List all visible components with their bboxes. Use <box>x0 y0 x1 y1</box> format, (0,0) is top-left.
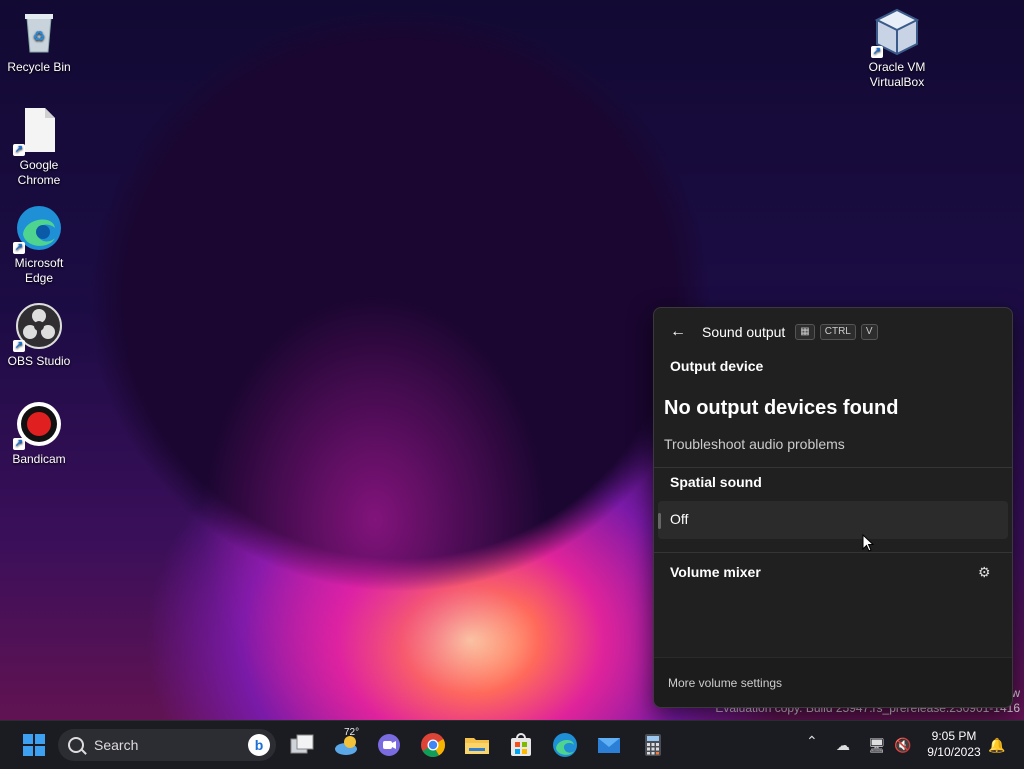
bandicam-icon: ↗ <box>13 400 63 450</box>
clock-date: 9/10/2023 <box>927 745 981 759</box>
file-icon: ↗ <box>13 106 63 156</box>
panel-footer: More volume settings <box>654 657 1012 707</box>
output-device-heading: Output device <box>670 358 764 374</box>
edge-icon: ↗ <box>13 204 63 254</box>
svg-text:♻: ♻ <box>33 28 46 44</box>
desktop-icon-google-chrome[interactable]: ↗ Google Chrome <box>0 106 78 188</box>
shortcut-arrow-icon: ↗ <box>871 46 883 58</box>
task-view-button[interactable] <box>288 731 316 759</box>
windows-key-icon: ▦ <box>795 324 815 340</box>
onedrive-offline-icon[interactable]: ☁ <box>836 737 850 754</box>
shortcut-key: V <box>860 324 878 340</box>
network-status-icon[interactable]: 🖥 <box>868 737 886 754</box>
recycle-bin-icon: ♻ <box>15 8 63 56</box>
more-volume-settings-link[interactable]: More volume settings <box>668 676 782 690</box>
volume-muted-icon[interactable]: 🔇 <box>894 737 911 754</box>
desktop-icon-label: OBS Studio <box>7 354 71 368</box>
search-icon <box>68 737 84 753</box>
desktop-icon-label: Microsoft Edge <box>14 256 64 285</box>
show-hidden-icons-chevron-icon[interactable]: ⌃ <box>806 733 818 750</box>
divider <box>654 552 1012 553</box>
task-view-icon <box>290 734 314 754</box>
mail-button[interactable] <box>595 731 623 759</box>
no-devices-message: No output devices found <box>664 397 899 419</box>
edge-icon <box>553 733 577 757</box>
desktop-icon-label: Recycle Bin <box>7 60 71 74</box>
chrome-icon <box>421 733 445 758</box>
windows-logo-icon <box>23 734 45 756</box>
bing-icon[interactable]: b <box>248 734 270 756</box>
virtualbox-icon: ↗ <box>871 8 921 58</box>
mail-icon <box>598 738 620 753</box>
spatial-sound-heading: Spatial sound <box>670 474 762 490</box>
desktop-icon-label: Oracle VM VirtualBox <box>868 60 926 89</box>
selection-indicator <box>658 513 661 529</box>
start-button[interactable] <box>20 731 48 759</box>
desktop-icon-label: Google Chrome <box>17 158 61 187</box>
notification-bell-icon[interactable]: 🔔 <box>988 737 1005 754</box>
spatial-sound-option-off[interactable]: Off <box>658 501 1008 539</box>
taskbar-search-box[interactable]: Search b <box>58 729 276 761</box>
search-placeholder: Search <box>94 737 139 753</box>
desktop-icon-obs-studio[interactable]: ↗ OBS Studio <box>0 302 78 369</box>
taskbar: Search b 72° ⌃ ☁ 🖥 🔇 9:05 PM 9/10/2023 🔔 <box>0 720 1024 769</box>
teams-chat-button[interactable] <box>375 731 403 759</box>
file-explorer-button[interactable] <box>463 731 491 759</box>
shortcut-arrow-icon: ↗ <box>13 438 25 450</box>
sound-output-panel: ← Sound output ▦ CTRL V Output device No… <box>653 307 1013 708</box>
weather-temperature: 72° <box>344 727 360 738</box>
widgets-button[interactable]: 72° <box>332 727 366 759</box>
desktop-icon-bandicam[interactable]: ↗ Bandicam <box>0 400 78 467</box>
microsoft-store-button[interactable] <box>507 731 535 759</box>
panel-title: Sound output <box>702 324 786 340</box>
chrome-taskbar-button[interactable] <box>419 731 447 759</box>
shortcut-arrow-icon: ↗ <box>13 340 25 352</box>
mouse-cursor-icon <box>862 534 874 552</box>
obs-icon: ↗ <box>13 302 63 352</box>
chat-icon <box>378 734 400 756</box>
folder-icon <box>465 738 489 754</box>
divider <box>654 467 1012 468</box>
desktop-icon-microsoft-edge[interactable]: ↗ Microsoft Edge <box>0 204 78 286</box>
calculator-icon <box>645 734 661 756</box>
gear-icon[interactable]: ⚙ <box>978 565 992 579</box>
shortcut-key: CTRL <box>819 324 856 340</box>
taskbar-clock[interactable]: 9:05 PM 9/10/2023 <box>920 728 988 760</box>
clock-time: 9:05 PM <box>931 729 977 743</box>
volume-mixer-heading: Volume mixer <box>670 564 761 580</box>
shortcut-arrow-icon: ↗ <box>13 242 25 254</box>
panel-header: ← Sound output ▦ CTRL V <box>670 322 878 342</box>
shortcut-arrow-icon: ↗ <box>13 144 25 156</box>
troubleshoot-link[interactable]: Troubleshoot audio problems <box>664 436 845 452</box>
calculator-button[interactable] <box>639 731 667 759</box>
desktop-icon-recycle-bin[interactable]: ♻ Recycle Bin <box>0 8 78 75</box>
desktop-icon-virtualbox[interactable]: ↗ Oracle VM VirtualBox <box>857 8 937 90</box>
spatial-sound-value: Off <box>670 511 689 527</box>
back-arrow-icon[interactable]: ← <box>670 324 686 340</box>
desktop-icon-label: Bandicam <box>12 452 66 466</box>
store-icon <box>511 733 531 756</box>
edge-taskbar-button[interactable] <box>551 731 579 759</box>
